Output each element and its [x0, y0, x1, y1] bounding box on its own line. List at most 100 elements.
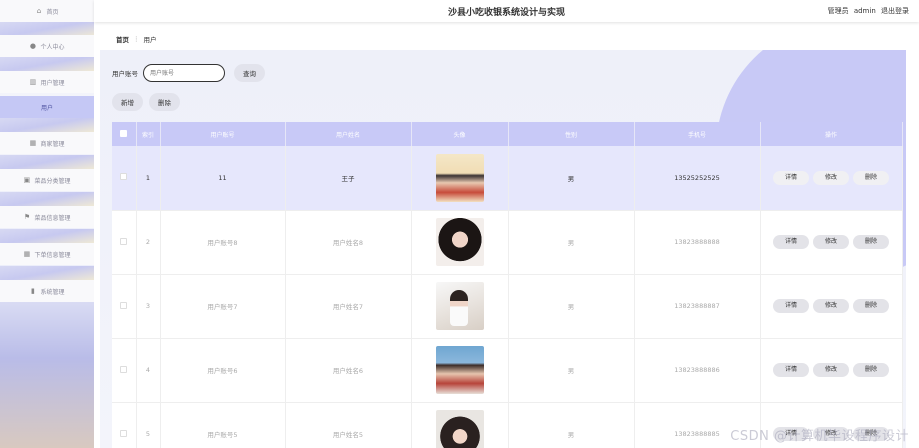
cell-actions: 详情 修改 删除 — [760, 210, 903, 275]
avatar[interactable] — [435, 218, 484, 266]
sidebar-item-dish-category[interactable]: ▣ 菜品分类管理 — [0, 169, 94, 191]
edit-button[interactable]: 修改 — [813, 363, 849, 377]
cell-index: 5 — [136, 402, 161, 448]
cell-actions: 详情 修改 删除 — [760, 146, 903, 211]
detail-button[interactable]: 详情 — [773, 363, 809, 377]
avatar[interactable] — [435, 410, 484, 448]
column-header: 手机号 — [634, 122, 761, 146]
chart-icon: ▮ — [31, 286, 35, 295]
table-row[interactable]: 1 11 王子 男 13525252525 详情 修改 删除 — [112, 146, 903, 211]
table-header: 索引 用户账号 用户姓名 头像 性别 手机号 操作 — [112, 122, 903, 146]
column-header: 索引 — [136, 122, 161, 146]
sidebar-divider — [0, 266, 94, 280]
row-checkbox[interactable] — [120, 429, 128, 437]
delete-button[interactable]: 删除 — [149, 93, 180, 111]
cell-name: 王子 — [285, 146, 412, 211]
select-all-checkbox[interactable] — [120, 129, 128, 137]
cell-gender: 男 — [508, 210, 635, 275]
avatar[interactable] — [435, 282, 484, 330]
sidebar-subitem-user[interactable]: 用户 — [0, 96, 94, 118]
column-header: 操作 — [760, 122, 903, 146]
cell-index: 2 — [136, 210, 161, 275]
cell-index: 1 — [136, 146, 161, 211]
sidebar-divider — [0, 118, 94, 132]
detail-button[interactable]: 详情 — [773, 235, 809, 249]
row-delete-button[interactable]: 删除 — [853, 299, 889, 313]
sidebar: ⌂ 首页 ● 个人中心 ▥ 用户管理 用户 ▦ 商家管理 ▣ 菜品分类管理 ⚑ … — [0, 0, 94, 448]
sidebar-item-label: 首页 — [46, 8, 59, 16]
sidebar-item-merchant-management[interactable]: ▦ 商家管理 — [0, 132, 94, 154]
user-role: 管理员 — [827, 7, 849, 15]
cell-name: 用户姓名6 — [285, 338, 412, 403]
edit-button[interactable]: 修改 — [813, 235, 849, 249]
edit-button[interactable]: 修改 — [813, 299, 849, 313]
search-button[interactable]: 查询 — [234, 64, 265, 82]
sidebar-item-order-info[interactable]: ▦ 下单信息管理 — [0, 243, 94, 265]
avatar[interactable] — [435, 346, 484, 394]
sidebar-item-label: 系统管理 — [40, 288, 65, 296]
cell-actions: 详情 修改 删除 — [760, 274, 903, 339]
sidebar-item-system[interactable]: ▮ 系统管理 — [0, 280, 94, 302]
search-label: 用户账号 — [112, 70, 138, 78]
main-content: 用户账号 查询 新增 删除 索引 用户账号 用户姓名 头像 性别 手机号 — [100, 50, 906, 448]
table-row[interactable]: 4 用户账号6 用户姓名6 男 13823888886 详情 修改 删除 — [112, 338, 903, 403]
sidebar-item-user-management[interactable]: ▥ 用户管理 — [0, 71, 94, 93]
row-select-cell — [112, 402, 137, 448]
sidebar-item-label: 个人中心 — [40, 43, 65, 51]
flag-icon: ⚑ — [23, 212, 31, 221]
row-select-cell — [112, 146, 137, 211]
add-button[interactable]: 新增 — [112, 93, 143, 111]
grid-icon: ▦ — [29, 138, 37, 147]
select-all-cell[interactable] — [112, 122, 137, 146]
cell-name: 用户姓名8 — [285, 210, 412, 275]
cell-avatar — [411, 274, 509, 339]
top-bar: 沙县小吃收银系统设计与实现 管理员 admin 退出登录 — [94, 0, 919, 22]
row-delete-button[interactable]: 删除 — [853, 170, 889, 185]
table-row[interactable]: 2 用户账号8 用户姓名8 男 13823888888 详情 修改 删除 — [112, 210, 903, 275]
breadcrumb-home[interactable]: 首页 — [116, 34, 129, 44]
cell-gender: 男 — [508, 338, 635, 403]
cell-phone: 13823888888 — [634, 210, 761, 275]
row-delete-button[interactable]: 删除 — [853, 363, 889, 377]
logout-link[interactable]: 退出登录 — [881, 7, 909, 15]
cell-account: 用户账号7 — [160, 274, 286, 339]
sidebar-divider — [0, 155, 94, 169]
row-checkbox[interactable] — [120, 301, 128, 309]
cell-account: 用户账号5 — [160, 402, 286, 448]
row-delete-button[interactable]: 删除 — [853, 235, 889, 249]
sidebar-divider — [0, 22, 94, 36]
row-select-cell — [112, 210, 137, 275]
cell-name: 用户姓名7 — [285, 274, 412, 339]
edit-button[interactable]: 修改 — [813, 170, 849, 185]
action-row: 新增 删除 — [112, 93, 180, 111]
column-header: 用户姓名 — [285, 122, 412, 146]
detail-button[interactable]: 详情 — [773, 170, 809, 185]
sidebar-item-label: 用户管理 — [40, 79, 65, 87]
row-checkbox[interactable] — [120, 237, 128, 245]
breadcrumb-separator: ⋮ — [133, 35, 140, 43]
cell-gender: 男 — [508, 146, 635, 211]
cell-account: 用户账号6 — [160, 338, 286, 403]
watermark: CSDN @计算机毕设程序设计 — [730, 429, 909, 444]
avatar[interactable] — [435, 153, 484, 202]
grid-icon: ▦ — [23, 249, 31, 258]
row-checkbox[interactable] — [120, 365, 128, 373]
search-input[interactable] — [143, 64, 225, 82]
cell-phone: 13525252525 — [634, 146, 761, 211]
breadcrumb: 首页 ⋮ 用户 — [96, 30, 906, 48]
row-checkbox[interactable] — [120, 173, 128, 181]
sidebar-item-label: 商家管理 — [40, 140, 65, 148]
row-select-cell — [112, 274, 137, 339]
sidebar-item-home[interactable]: ⌂ 首页 — [0, 0, 94, 22]
bank-icon: ▥ — [29, 77, 37, 86]
sidebar-item-label: 用户 — [40, 104, 53, 112]
detail-button[interactable]: 详情 — [773, 299, 809, 313]
sidebar-item-label: 下单信息管理 — [34, 251, 71, 259]
sidebar-item-profile[interactable]: ● 个人中心 — [0, 35, 94, 57]
sidebar-item-dish-info[interactable]: ⚑ 菜品信息管理 — [0, 206, 94, 228]
user-table: 索引 用户账号 用户姓名 头像 性别 手机号 操作 1 11 王子 男 1352… — [112, 122, 903, 448]
column-header: 用户账号 — [160, 122, 286, 146]
breadcrumb-current: 用户 — [143, 36, 157, 44]
cell-gender: 男 — [508, 274, 635, 339]
table-row[interactable]: 3 用户账号7 用户姓名7 男 13823888887 详情 修改 删除 — [112, 274, 903, 339]
